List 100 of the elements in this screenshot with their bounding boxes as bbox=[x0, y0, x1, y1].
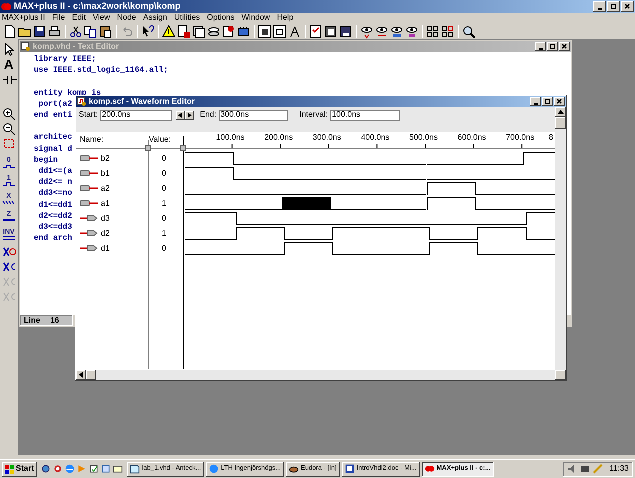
framed-chip-icon[interactable] bbox=[258, 24, 272, 38]
stacked-pages-icon[interactable] bbox=[192, 24, 206, 38]
checklist-icon[interactable] bbox=[309, 24, 323, 38]
signal-name[interactable]: b2 bbox=[101, 154, 141, 162]
waveform-segment[interactable] bbox=[474, 197, 524, 210]
waveform-segment[interactable] bbox=[233, 152, 282, 165]
copy-icon[interactable] bbox=[84, 24, 98, 38]
code-line: entity komp is bbox=[34, 88, 102, 98]
menu-item[interactable]: Options bbox=[207, 14, 235, 22]
minimize-button[interactable] bbox=[593, 1, 606, 12]
waveform-segment[interactable] bbox=[332, 242, 381, 255]
minimize-button[interactable] bbox=[530, 97, 541, 106]
window-title: komp.scf - Waveform Editor bbox=[89, 98, 195, 106]
waveform-segment[interactable] bbox=[477, 227, 526, 240]
grid-icon[interactable] bbox=[426, 24, 440, 38]
text-field[interactable]: 300.0ns bbox=[218, 110, 288, 120]
waveform-icon bbox=[2, 200, 16, 204]
new-document-icon[interactable] bbox=[3, 24, 17, 38]
eye-icon[interactable] bbox=[390, 24, 404, 38]
waveform-segment[interactable] bbox=[233, 167, 282, 180]
text-field[interactable]: 200.0ns bbox=[100, 110, 172, 120]
column-handle[interactable] bbox=[145, 145, 151, 151]
menu-item[interactable]: Edit bbox=[72, 14, 86, 22]
eye-icon[interactable] bbox=[375, 24, 389, 38]
signal-name[interactable]: a1 bbox=[101, 200, 141, 208]
window-title: komp.vhd - Text Editor bbox=[33, 42, 120, 50]
waveform-segment[interactable] bbox=[429, 227, 478, 240]
scroll-thumb[interactable] bbox=[86, 370, 96, 380]
minimize-button[interactable] bbox=[535, 42, 546, 51]
quick-launch-icon[interactable] bbox=[113, 464, 124, 474]
waveform-segment[interactable] bbox=[284, 227, 332, 240]
close-button[interactable] bbox=[559, 42, 570, 51]
scroll-up-button[interactable] bbox=[555, 107, 566, 117]
waveform-segment[interactable] bbox=[426, 182, 475, 195]
menu-item[interactable]: Node bbox=[117, 14, 136, 22]
signal-name[interactable]: d3 bbox=[101, 214, 141, 222]
quick-launch-icon[interactable] bbox=[53, 464, 64, 474]
waveform-segment[interactable] bbox=[236, 212, 284, 225]
waveform-segment[interactable] bbox=[426, 197, 475, 210]
eye-icon[interactable] bbox=[360, 24, 374, 38]
speaker-icon[interactable] bbox=[566, 464, 577, 474]
maximize-button[interactable] bbox=[547, 42, 558, 51]
menu-item[interactable]: File bbox=[52, 14, 66, 22]
zoom-in-button[interactable] bbox=[1, 106, 17, 120]
eye-icon[interactable] bbox=[405, 24, 419, 38]
stack-icon[interactable] bbox=[207, 24, 221, 38]
arrow-button[interactable] bbox=[185, 110, 194, 120]
waveform-icon bbox=[2, 164, 16, 168]
start-button[interactable]: Start bbox=[2, 462, 38, 476]
windows-flag-icon bbox=[5, 464, 15, 474]
signal-name[interactable]: a2 bbox=[101, 184, 141, 192]
text-tool-button[interactable]: A bbox=[1, 57, 17, 71]
waveform-segment[interactable] bbox=[284, 242, 332, 255]
quick-launch-icon[interactable] bbox=[41, 464, 52, 474]
waveform-segment[interactable] bbox=[236, 227, 284, 240]
framed-block-icon[interactable] bbox=[273, 24, 287, 38]
menu-item[interactable]: MAX+plus II bbox=[2, 14, 46, 22]
column-handle[interactable] bbox=[180, 145, 186, 151]
vertical-scrollbar[interactable] bbox=[555, 107, 566, 380]
waveform-segment[interactable] bbox=[429, 242, 478, 255]
scroll-thumb[interactable] bbox=[555, 117, 566, 129]
disk-drive-icon[interactable] bbox=[339, 24, 353, 38]
grid-icon[interactable] bbox=[441, 24, 455, 38]
menu-item[interactable]: Utilities bbox=[174, 14, 200, 22]
restore-button[interactable] bbox=[607, 1, 620, 12]
chip-icon[interactable] bbox=[237, 24, 251, 38]
scissors-icon[interactable] bbox=[69, 24, 83, 38]
arrow-button[interactable] bbox=[176, 110, 186, 120]
zoom-out-button[interactable] bbox=[1, 121, 17, 135]
time-label: 200.0ns bbox=[264, 134, 294, 142]
printer-icon[interactable] bbox=[48, 24, 62, 38]
paste-icon[interactable] bbox=[99, 24, 113, 38]
quick-launch-icon[interactable] bbox=[101, 464, 112, 474]
close-button[interactable] bbox=[621, 1, 634, 12]
text-field[interactable]: 100.0ns bbox=[330, 110, 400, 120]
waveform-segment[interactable] bbox=[330, 197, 378, 210]
maximize-button[interactable] bbox=[542, 97, 553, 106]
scroll-up-icon bbox=[558, 110, 564, 114]
code-line: library IEEE; bbox=[34, 54, 96, 66]
horizontal-scrollbar[interactable] bbox=[76, 369, 555, 380]
waveform-segment[interactable] bbox=[477, 242, 526, 255]
menu-item[interactable]: Window bbox=[242, 14, 270, 22]
waveform-segment[interactable] bbox=[474, 182, 524, 195]
warning-triangle-icon[interactable] bbox=[162, 24, 176, 38]
signal-name[interactable]: b1 bbox=[101, 170, 141, 178]
signal-name[interactable]: d1 bbox=[101, 244, 141, 252]
signal-name[interactable]: d2 bbox=[101, 230, 141, 238]
waveform-segment[interactable] bbox=[332, 227, 381, 240]
help-pointer-icon[interactable] bbox=[141, 24, 155, 38]
code-line: end arch bbox=[34, 233, 72, 244]
code-line: port(a2 bbox=[38, 98, 72, 110]
code-line: begin bbox=[34, 154, 58, 166]
menu-item[interactable]: Assign bbox=[143, 14, 168, 22]
menu-item[interactable]: Help bbox=[277, 14, 294, 22]
quick-launch-icon[interactable] bbox=[89, 464, 100, 474]
scroll-left-button[interactable] bbox=[76, 370, 86, 380]
close-button[interactable] bbox=[554, 97, 565, 106]
menu-item[interactable]: View bbox=[93, 14, 110, 22]
code-line: d1<=dd1 bbox=[38, 200, 72, 211]
magnifier-icon[interactable] bbox=[462, 24, 476, 38]
